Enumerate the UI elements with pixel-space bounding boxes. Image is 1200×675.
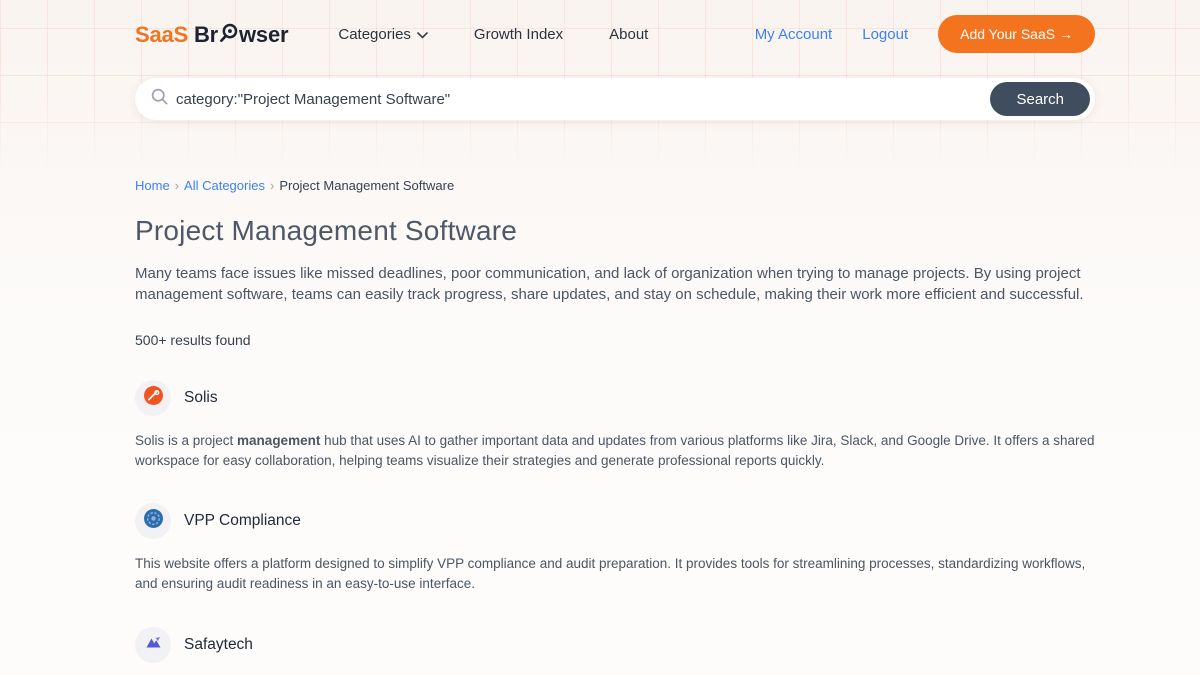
avatar bbox=[135, 503, 171, 539]
add-your-saas-button[interactable]: Add Your SaaS → bbox=[938, 15, 1095, 53]
header-account-area: My Account Logout Add Your SaaS → bbox=[755, 15, 1095, 53]
search-section: Search bbox=[135, 78, 1095, 120]
search-input[interactable] bbox=[176, 91, 990, 108]
main-content: Home › All Categories › Project Management S… bbox=[135, 178, 1095, 675]
avatar bbox=[135, 627, 171, 663]
search-icon bbox=[151, 88, 168, 110]
search-button[interactable]: Search bbox=[990, 82, 1090, 116]
magnifier-logo-icon bbox=[218, 22, 239, 47]
breadcrumb-current: Project Management Software bbox=[279, 178, 454, 193]
breadcrumb-separator: › bbox=[270, 178, 274, 193]
listing-name: VPP Compliance bbox=[184, 512, 301, 530]
brand-name-secondary-post: wser bbox=[239, 22, 288, 47]
page-title: Project Management Software bbox=[135, 215, 1095, 247]
breadcrumb-separator: › bbox=[175, 178, 179, 193]
listing-description: This website offers a platform designed … bbox=[135, 554, 1095, 595]
breadcrumb-home-link[interactable]: Home bbox=[135, 178, 170, 193]
nav-growth-index-label: Growth Index bbox=[474, 26, 563, 43]
breadcrumb-all-categories-link[interactable]: All Categories bbox=[184, 178, 265, 193]
listing-name: Safaytech bbox=[184, 636, 253, 654]
list-item: Solis Solis is a project management hub … bbox=[135, 380, 1095, 472]
nav-growth-index[interactable]: Growth Index bbox=[474, 26, 563, 43]
search-bar: Search bbox=[135, 78, 1095, 120]
brand-name-secondary-pre: Br bbox=[194, 22, 218, 47]
avatar bbox=[135, 380, 171, 416]
brand-logo[interactable]: SaaS Brwser bbox=[135, 21, 288, 48]
solis-logo-icon bbox=[143, 385, 164, 411]
my-account-link[interactable]: My Account bbox=[755, 26, 833, 43]
listing-name: Solis bbox=[184, 389, 218, 407]
nav-about-label: About bbox=[609, 26, 648, 43]
nav-categories[interactable]: Categories bbox=[338, 26, 428, 43]
page-description: Many teams face issues like missed deadl… bbox=[135, 263, 1093, 306]
results-count: 500+ results found bbox=[135, 332, 1095, 348]
nav-about[interactable]: About bbox=[609, 26, 648, 43]
breadcrumb: Home › All Categories › Project Management S… bbox=[135, 178, 1095, 193]
safaytech-logo-icon bbox=[144, 633, 163, 657]
list-item: Safaytech This website offers a powerful… bbox=[135, 627, 1095, 675]
brand-name-primary: SaaS bbox=[135, 22, 188, 47]
listing-description: Solis is a project management hub that u… bbox=[135, 431, 1095, 472]
chevron-down-icon bbox=[417, 26, 428, 43]
listing-link-safaytech[interactable]: Safaytech bbox=[135, 627, 1095, 663]
nav-categories-label: Categories bbox=[338, 26, 411, 43]
logout-link[interactable]: Logout bbox=[862, 26, 908, 43]
vpp-compliance-logo-icon bbox=[143, 508, 164, 534]
main-nav: Categories Growth Index About bbox=[338, 26, 648, 43]
listing-link-vpp-compliance[interactable]: VPP Compliance bbox=[135, 503, 1095, 539]
listing-link-solis[interactable]: Solis bbox=[135, 380, 1095, 416]
list-item: VPP Compliance This website offers a pla… bbox=[135, 503, 1095, 595]
header: SaaS Brwser Categories Growth Index Abou… bbox=[135, 0, 1095, 52]
